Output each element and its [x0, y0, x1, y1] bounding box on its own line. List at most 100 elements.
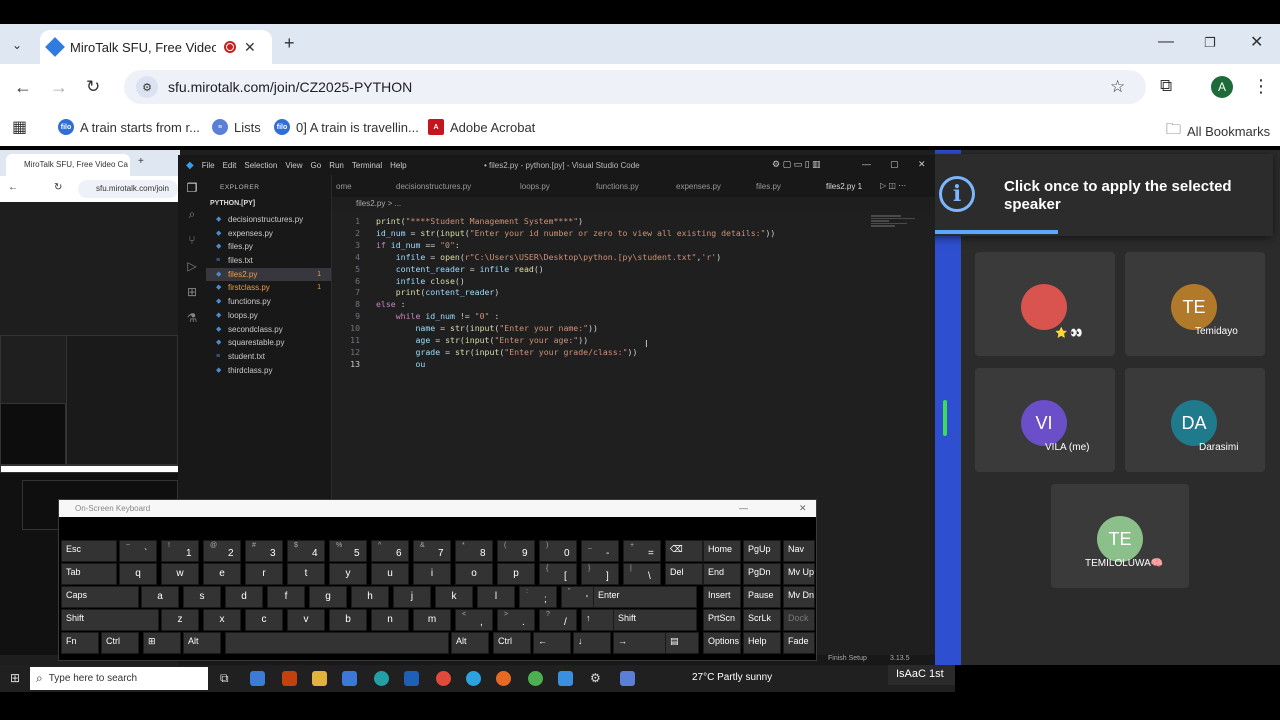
menu-edit[interactable]: Edit [223, 161, 237, 170]
code-line[interactable]: 11 age = str(input("Enter your age:")) [332, 334, 872, 346]
key[interactable]: Esc [61, 540, 117, 562]
key[interactable]: * 8 [455, 540, 493, 562]
key[interactable]: PrtScn [703, 609, 741, 631]
task-view-icon[interactable]: ⧉ [220, 671, 229, 686]
explorer-file[interactable]: ≡ files.txt [206, 254, 331, 268]
extensions-icon[interactable]: ⊞ [178, 279, 206, 305]
key[interactable]: k [435, 586, 473, 608]
firefox-icon[interactable] [496, 671, 511, 686]
bookmark-item[interactable]: filo A train starts from r... [58, 119, 200, 135]
key[interactable]: Home [703, 540, 741, 562]
key[interactable]: l [477, 586, 515, 608]
menu-view[interactable]: View [285, 161, 302, 170]
explorer-file[interactable]: ◆ expenses.py [206, 227, 331, 241]
key[interactable]: Mv Dn [783, 586, 815, 608]
key[interactable]: m [413, 609, 451, 631]
key[interactable]: ⊞ [143, 632, 181, 654]
key[interactable]: Alt [451, 632, 489, 654]
bookmark-item[interactable]: ≡ Lists [212, 119, 261, 135]
menu-run[interactable]: Run [329, 161, 344, 170]
chrome-icon[interactable] [436, 671, 451, 686]
key[interactable]: w [161, 563, 199, 585]
minimize-icon[interactable]: — [1158, 34, 1174, 50]
key[interactable]: Fade [783, 632, 815, 654]
code-line[interactable]: 10 name = str(input("Enter your name:")) [332, 322, 872, 334]
osk-taskbar-icon[interactable] [620, 671, 635, 686]
keyboard-close-icon[interactable]: ✕ [799, 503, 807, 514]
profile-avatar[interactable]: A [1211, 76, 1233, 98]
key[interactable]: Insert [703, 586, 741, 608]
key[interactable]: e [203, 563, 241, 585]
source-control-icon[interactable]: ⑂ [178, 227, 206, 253]
menu-icon[interactable]: ⋮ [1252, 77, 1270, 95]
key[interactable]: {[ [539, 563, 577, 585]
key[interactable]: >. [497, 609, 535, 631]
bookmark-item[interactable]: filo 0] A train is travellin... [274, 119, 419, 135]
code-line[interactable]: 9 while id_num != "0" : [332, 310, 872, 322]
vscode-close-icon[interactable]: ✕ [918, 159, 926, 170]
key[interactable]: j [393, 586, 431, 608]
explorer-file[interactable]: ≡ student.txt [206, 350, 331, 364]
store-icon[interactable] [342, 671, 357, 686]
layout-icons[interactable]: ⚙ ▢ ▭ ▯ ▥ [772, 159, 821, 170]
forward-icon[interactable]: → [50, 78, 68, 96]
code-line[interactable]: 5 content_reader = infile.read() [332, 263, 872, 275]
key[interactable]: Options [703, 632, 741, 654]
edge-icon[interactable] [374, 671, 389, 686]
notification-toast[interactable]: i Click once to apply the selected speak… [935, 154, 1273, 236]
key[interactable]: ) 0 [539, 540, 577, 562]
editor-tab[interactable]: files.py [756, 182, 781, 191]
telegram-icon[interactable] [466, 671, 481, 686]
vscode-taskbar-icon[interactable] [558, 671, 573, 686]
key[interactable]: Fn [61, 632, 99, 654]
key[interactable]: r [245, 563, 283, 585]
key[interactable]: f [267, 586, 305, 608]
run-debug-icon[interactable]: ▷ [178, 253, 206, 279]
tab-search-icon[interactable]: ⌄ [12, 37, 22, 53]
key[interactable]: $4 [287, 540, 325, 562]
key[interactable]: Ctrl [493, 632, 531, 654]
tab-mirotalk[interactable]: MiroTalk SFU, Free Video Ca ✕ [40, 30, 272, 64]
key[interactable]: Tab [61, 563, 117, 585]
code-line[interactable]: 7 print(content_reader) [332, 286, 872, 298]
vscode-maximize-icon[interactable]: ▢ [890, 159, 899, 170]
key[interactable]: c [245, 609, 283, 631]
menu-file[interactable]: File [202, 161, 215, 170]
key[interactable]: @2 [203, 540, 241, 562]
keyboard-minimize-icon[interactable]: — [739, 503, 748, 513]
key[interactable]: }] [581, 563, 619, 585]
key[interactable]: s [183, 586, 221, 608]
key[interactable]: p [497, 563, 535, 585]
key[interactable]: End [703, 563, 741, 585]
key[interactable]: y [329, 563, 367, 585]
key[interactable]: | \ [623, 563, 661, 585]
all-bookmarks-button[interactable]: 🗀 All Bookmarks [1166, 119, 1270, 144]
new-tab-button[interactable]: + [284, 34, 295, 52]
participant-tile[interactable]: VI VILA (me) [975, 368, 1115, 472]
key[interactable]: Help [743, 632, 781, 654]
testing-icon[interactable]: ⚗ [178, 305, 206, 331]
key[interactable]: Nav [783, 540, 815, 562]
key[interactable]: Mv Up [783, 563, 815, 585]
key[interactable]: + = [623, 540, 661, 562]
key[interactable]: Shift [613, 609, 697, 631]
participant-tile[interactable]: TE TEMILOLUWA🧠 [1051, 484, 1189, 588]
code-line[interactable]: 3 if id_num == "0": [332, 239, 872, 251]
key[interactable]: h [351, 586, 389, 608]
menu-selection[interactable]: Selection [244, 161, 277, 170]
search-icon[interactable]: ⌕ [178, 201, 206, 227]
key[interactable]: Enter [593, 586, 697, 608]
windows-start-icon[interactable]: ⊞ [10, 671, 20, 685]
bookmark-star-icon[interactable]: ☆ [1110, 78, 1125, 95]
code-line[interactable]: 6 infile.close() [332, 275, 872, 287]
key[interactable]: & 7 [413, 540, 451, 562]
menu-help[interactable]: Help [390, 161, 406, 170]
participant-tile[interactable]: TE Temidayo [1125, 252, 1265, 356]
editor-tab[interactable]: files2.py 1 [826, 182, 862, 191]
editor-tab[interactable]: expenses.py [676, 182, 721, 191]
key[interactable]: _ - [581, 540, 619, 562]
tab-close-icon[interactable]: ✕ [244, 39, 256, 56]
key[interactable]: PgUp [743, 540, 781, 562]
key[interactable]: :; [519, 586, 557, 608]
explorer-file[interactable]: ◆ loops.py [206, 309, 331, 323]
